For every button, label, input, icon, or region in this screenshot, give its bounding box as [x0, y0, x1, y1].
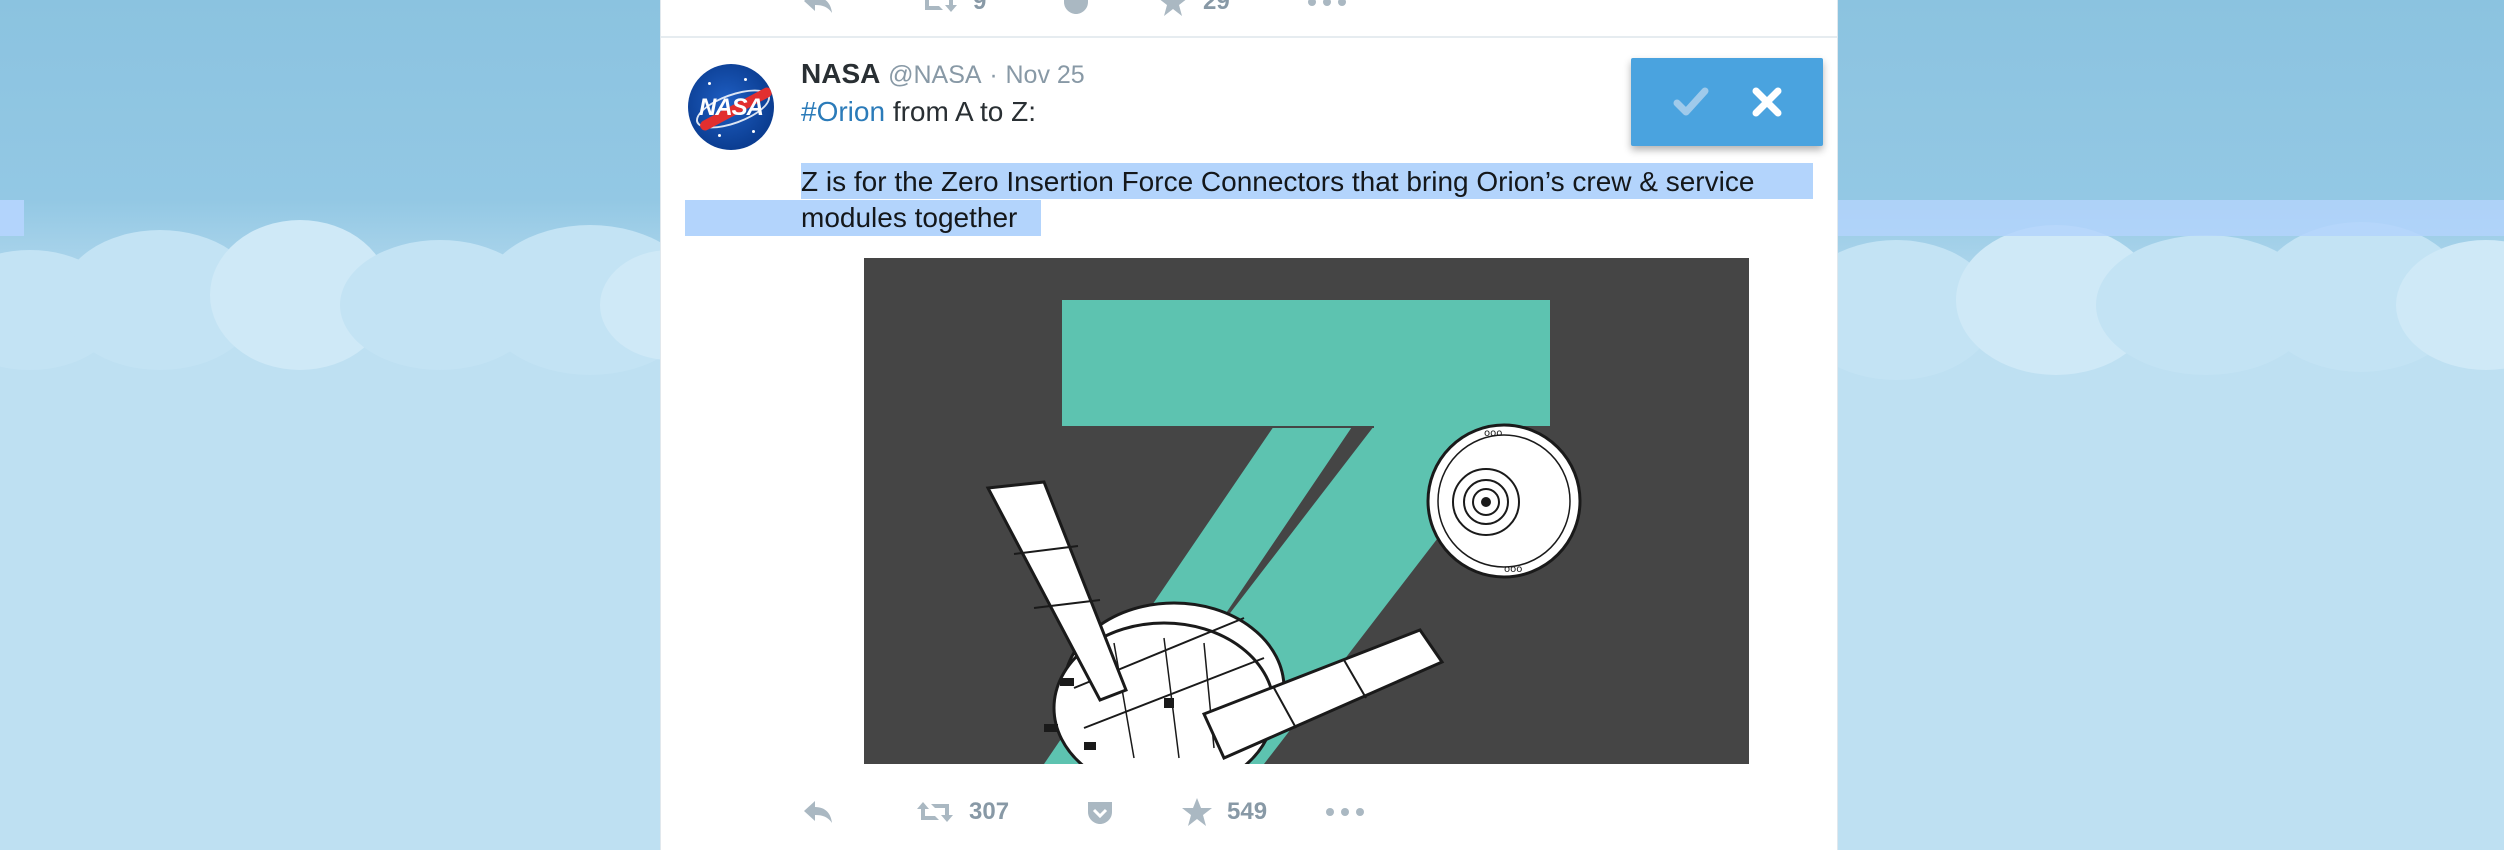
display-name[interactable]: NASA [801, 58, 880, 89]
more-icon [1308, 0, 1346, 6]
reply-icon [804, 801, 832, 823]
avatar-logo-text: NASA [698, 94, 764, 121]
tweet-timestamp[interactable]: Nov 25 [1005, 61, 1084, 89]
selection-action-popover [1631, 58, 1823, 146]
svg-text:ooo: ooo [1484, 428, 1502, 439]
tweet-header: NASA @NASA · Nov 25 [801, 58, 1085, 90]
tweet-text: Z is for the Zero Insertion Force Connec… [801, 166, 1755, 233]
prev-more-button[interactable] [1307, 0, 1347, 22]
tweet-line-text: from A to Z: [885, 96, 1036, 127]
pocket-icon [1088, 802, 1112, 824]
like-count: 549 [1227, 798, 1268, 825]
prev-retweet-button[interactable]: 9 [919, 0, 986, 22]
text-selection-highlight [1836, 200, 2504, 236]
star-icon [1182, 798, 1212, 826]
nasa-avatar[interactable]: NASA [688, 64, 774, 150]
pocket-icon [1064, 0, 1088, 14]
close-icon[interactable] [1747, 82, 1787, 122]
user-handle[interactable]: @NASA [888, 61, 981, 89]
hashtag-link[interactable]: #Orion [801, 96, 885, 127]
prev-like-count: 29 [1203, 0, 1230, 15]
more-button[interactable] [1325, 792, 1365, 832]
pocket-button[interactable] [1085, 792, 1115, 832]
letter-z-orion-illustration: ooo ooo [985, 300, 1582, 764]
reply-button[interactable] [801, 792, 835, 832]
svg-text:ooo: ooo [1504, 564, 1522, 575]
reply-icon [804, 0, 832, 13]
tweet-media-image[interactable]: ooo ooo [864, 258, 1749, 764]
previous-tweet-actions: 9 29 [661, 0, 1837, 18]
retweet-count: 307 [969, 798, 1010, 825]
star-icon [1160, 0, 1186, 16]
sky-background-right [1836, 0, 2504, 850]
tweet-card: 9 29 NASA NASA @NASA · Nov 25 #Orion fro… [660, 0, 1838, 850]
prev-like-button[interactable]: 29 [1157, 0, 1230, 22]
prev-reply-button[interactable] [801, 0, 835, 22]
timestamp-separator: · [989, 61, 998, 89]
text-selection-highlight-left [0, 200, 24, 236]
retweet-icon [925, 0, 957, 12]
tweet-action-bar: 307 549 [801, 792, 1701, 832]
tweet-divider [661, 36, 1837, 38]
prev-pocket-button[interactable] [1061, 0, 1091, 22]
check-icon[interactable] [1671, 82, 1711, 122]
sky-background-left [0, 0, 660, 850]
like-button[interactable]: 549 [1181, 792, 1267, 832]
prev-retweet-count: 9 [973, 0, 987, 15]
tweet-first-line: #Orion from A to Z: [801, 96, 1036, 128]
more-icon [1326, 808, 1364, 816]
retweet-button[interactable]: 307 [915, 792, 1009, 832]
retweet-icon [917, 802, 953, 822]
